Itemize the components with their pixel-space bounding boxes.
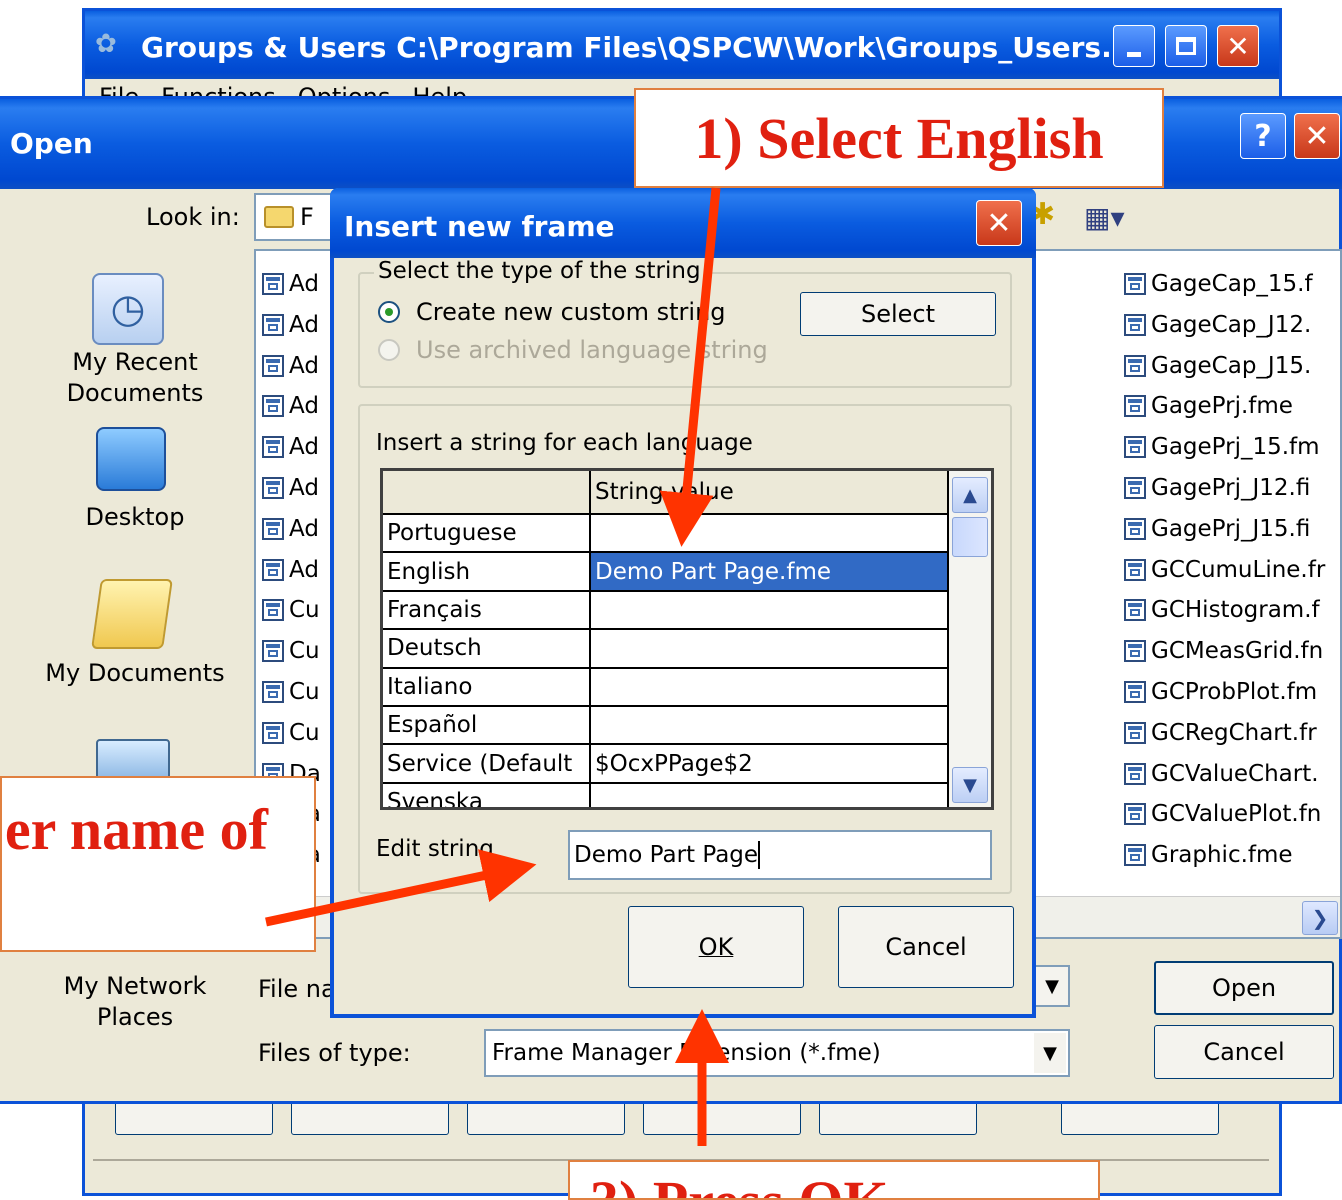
annotation-arrows [265, 187, 729, 1146]
arrow-to-edit-string [265, 849, 537, 927]
arrow-to-english [659, 187, 721, 547]
